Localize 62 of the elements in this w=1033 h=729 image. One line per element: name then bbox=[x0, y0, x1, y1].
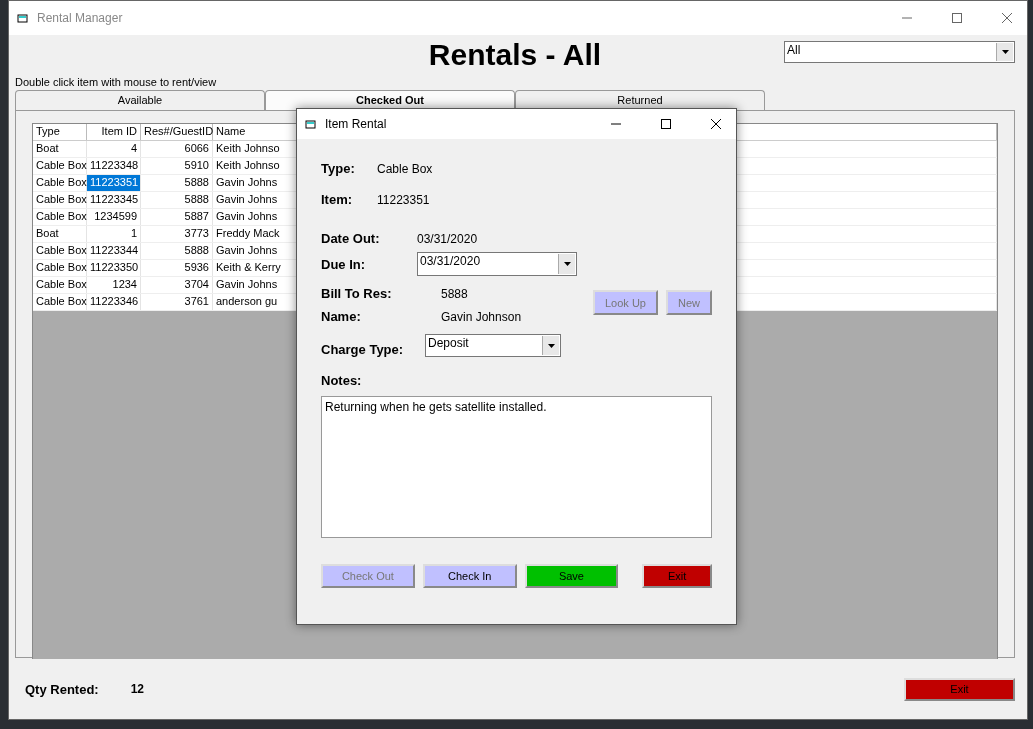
table-cell: Cable Box bbox=[33, 294, 87, 310]
qty-value: 12 bbox=[130, 682, 145, 696]
table-cell: 5888 bbox=[141, 243, 213, 259]
due-date-picker[interactable]: 03/31/2020 bbox=[417, 252, 577, 276]
table-cell: Cable Box bbox=[33, 243, 87, 259]
table-cell: 1234 bbox=[87, 277, 141, 293]
table-cell: 11223350 bbox=[87, 260, 141, 276]
column-header[interactable]: Res#/GuestID bbox=[141, 124, 213, 140]
field-label: Name: bbox=[321, 309, 362, 324]
field-value: Gavin Johnson bbox=[441, 309, 522, 324]
charge-type-dropdown[interactable]: Deposit bbox=[425, 334, 561, 357]
dropdown-arrow-icon bbox=[547, 343, 555, 348]
table-cell: 3704 bbox=[141, 277, 213, 293]
tab[interactable]: Checked Out bbox=[265, 90, 515, 110]
table-cell: Boat bbox=[33, 141, 87, 157]
table-cell: 5910 bbox=[141, 158, 213, 174]
maximize-icon[interactable] bbox=[660, 118, 672, 130]
table-cell: 1234599 bbox=[87, 209, 141, 225]
filter-dropdown[interactable]: All bbox=[784, 41, 1015, 63]
page-heading: Rentals - All bbox=[428, 38, 602, 72]
table-cell: 3773 bbox=[141, 226, 213, 242]
table-cell: Cable Box bbox=[33, 260, 87, 276]
table-cell: 5936 bbox=[141, 260, 213, 276]
tab[interactable]: Returned bbox=[515, 90, 765, 110]
field-value: 11223351 bbox=[377, 192, 430, 207]
column-header[interactable]: Item ID bbox=[87, 124, 141, 140]
dialog-title: Item Rental bbox=[325, 117, 387, 131]
table-cell: Cable Box bbox=[33, 209, 87, 225]
table-cell: Cable Box bbox=[33, 192, 87, 208]
table-cell: 1 bbox=[87, 226, 141, 242]
action-button[interactable]: Check In bbox=[422, 564, 517, 588]
table-cell: 5888 bbox=[141, 192, 213, 208]
table-cell: 11223344 bbox=[87, 243, 141, 259]
table-cell: 11223351 bbox=[87, 175, 141, 191]
table-cell: Cable Box bbox=[33, 158, 87, 174]
field-label: Notes: bbox=[321, 373, 363, 388]
table-cell: 5888 bbox=[141, 175, 213, 191]
window-icon bbox=[17, 12, 29, 24]
table-cell: 5887 bbox=[141, 209, 213, 225]
table-cell: Cable Box bbox=[33, 277, 87, 293]
column-header[interactable]: Type bbox=[33, 124, 87, 140]
window-title: Rental Manager bbox=[37, 11, 123, 25]
action-button[interactable]: Save bbox=[524, 564, 619, 588]
field-label: Charge Type: bbox=[321, 342, 405, 357]
window-icon bbox=[305, 118, 317, 130]
table-cell: 4 bbox=[87, 141, 141, 157]
field-label: Type: bbox=[321, 161, 356, 176]
table-cell: 11223346 bbox=[87, 294, 141, 310]
qty-label: Qty Rented: bbox=[25, 681, 99, 697]
dropdown-arrow-icon bbox=[563, 262, 571, 266]
table-cell: 11223348 bbox=[87, 158, 141, 174]
notes-field[interactable]: Returning when he gets satellite installed. bbox=[321, 396, 712, 538]
table-cell: 6066 bbox=[141, 141, 213, 157]
field-value: Cable Box bbox=[377, 161, 433, 176]
table-cell: 3761 bbox=[141, 294, 213, 310]
field-label: Item: bbox=[321, 192, 354, 207]
tab[interactable]: Available bbox=[15, 90, 265, 110]
close-icon[interactable] bbox=[710, 118, 722, 130]
table-cell: 11223345 bbox=[87, 192, 141, 208]
table-cell: Boat bbox=[33, 226, 87, 242]
hint-text: Double click item with mouse to rent/view bbox=[15, 76, 218, 88]
dropdown-arrow-icon bbox=[1001, 50, 1009, 54]
